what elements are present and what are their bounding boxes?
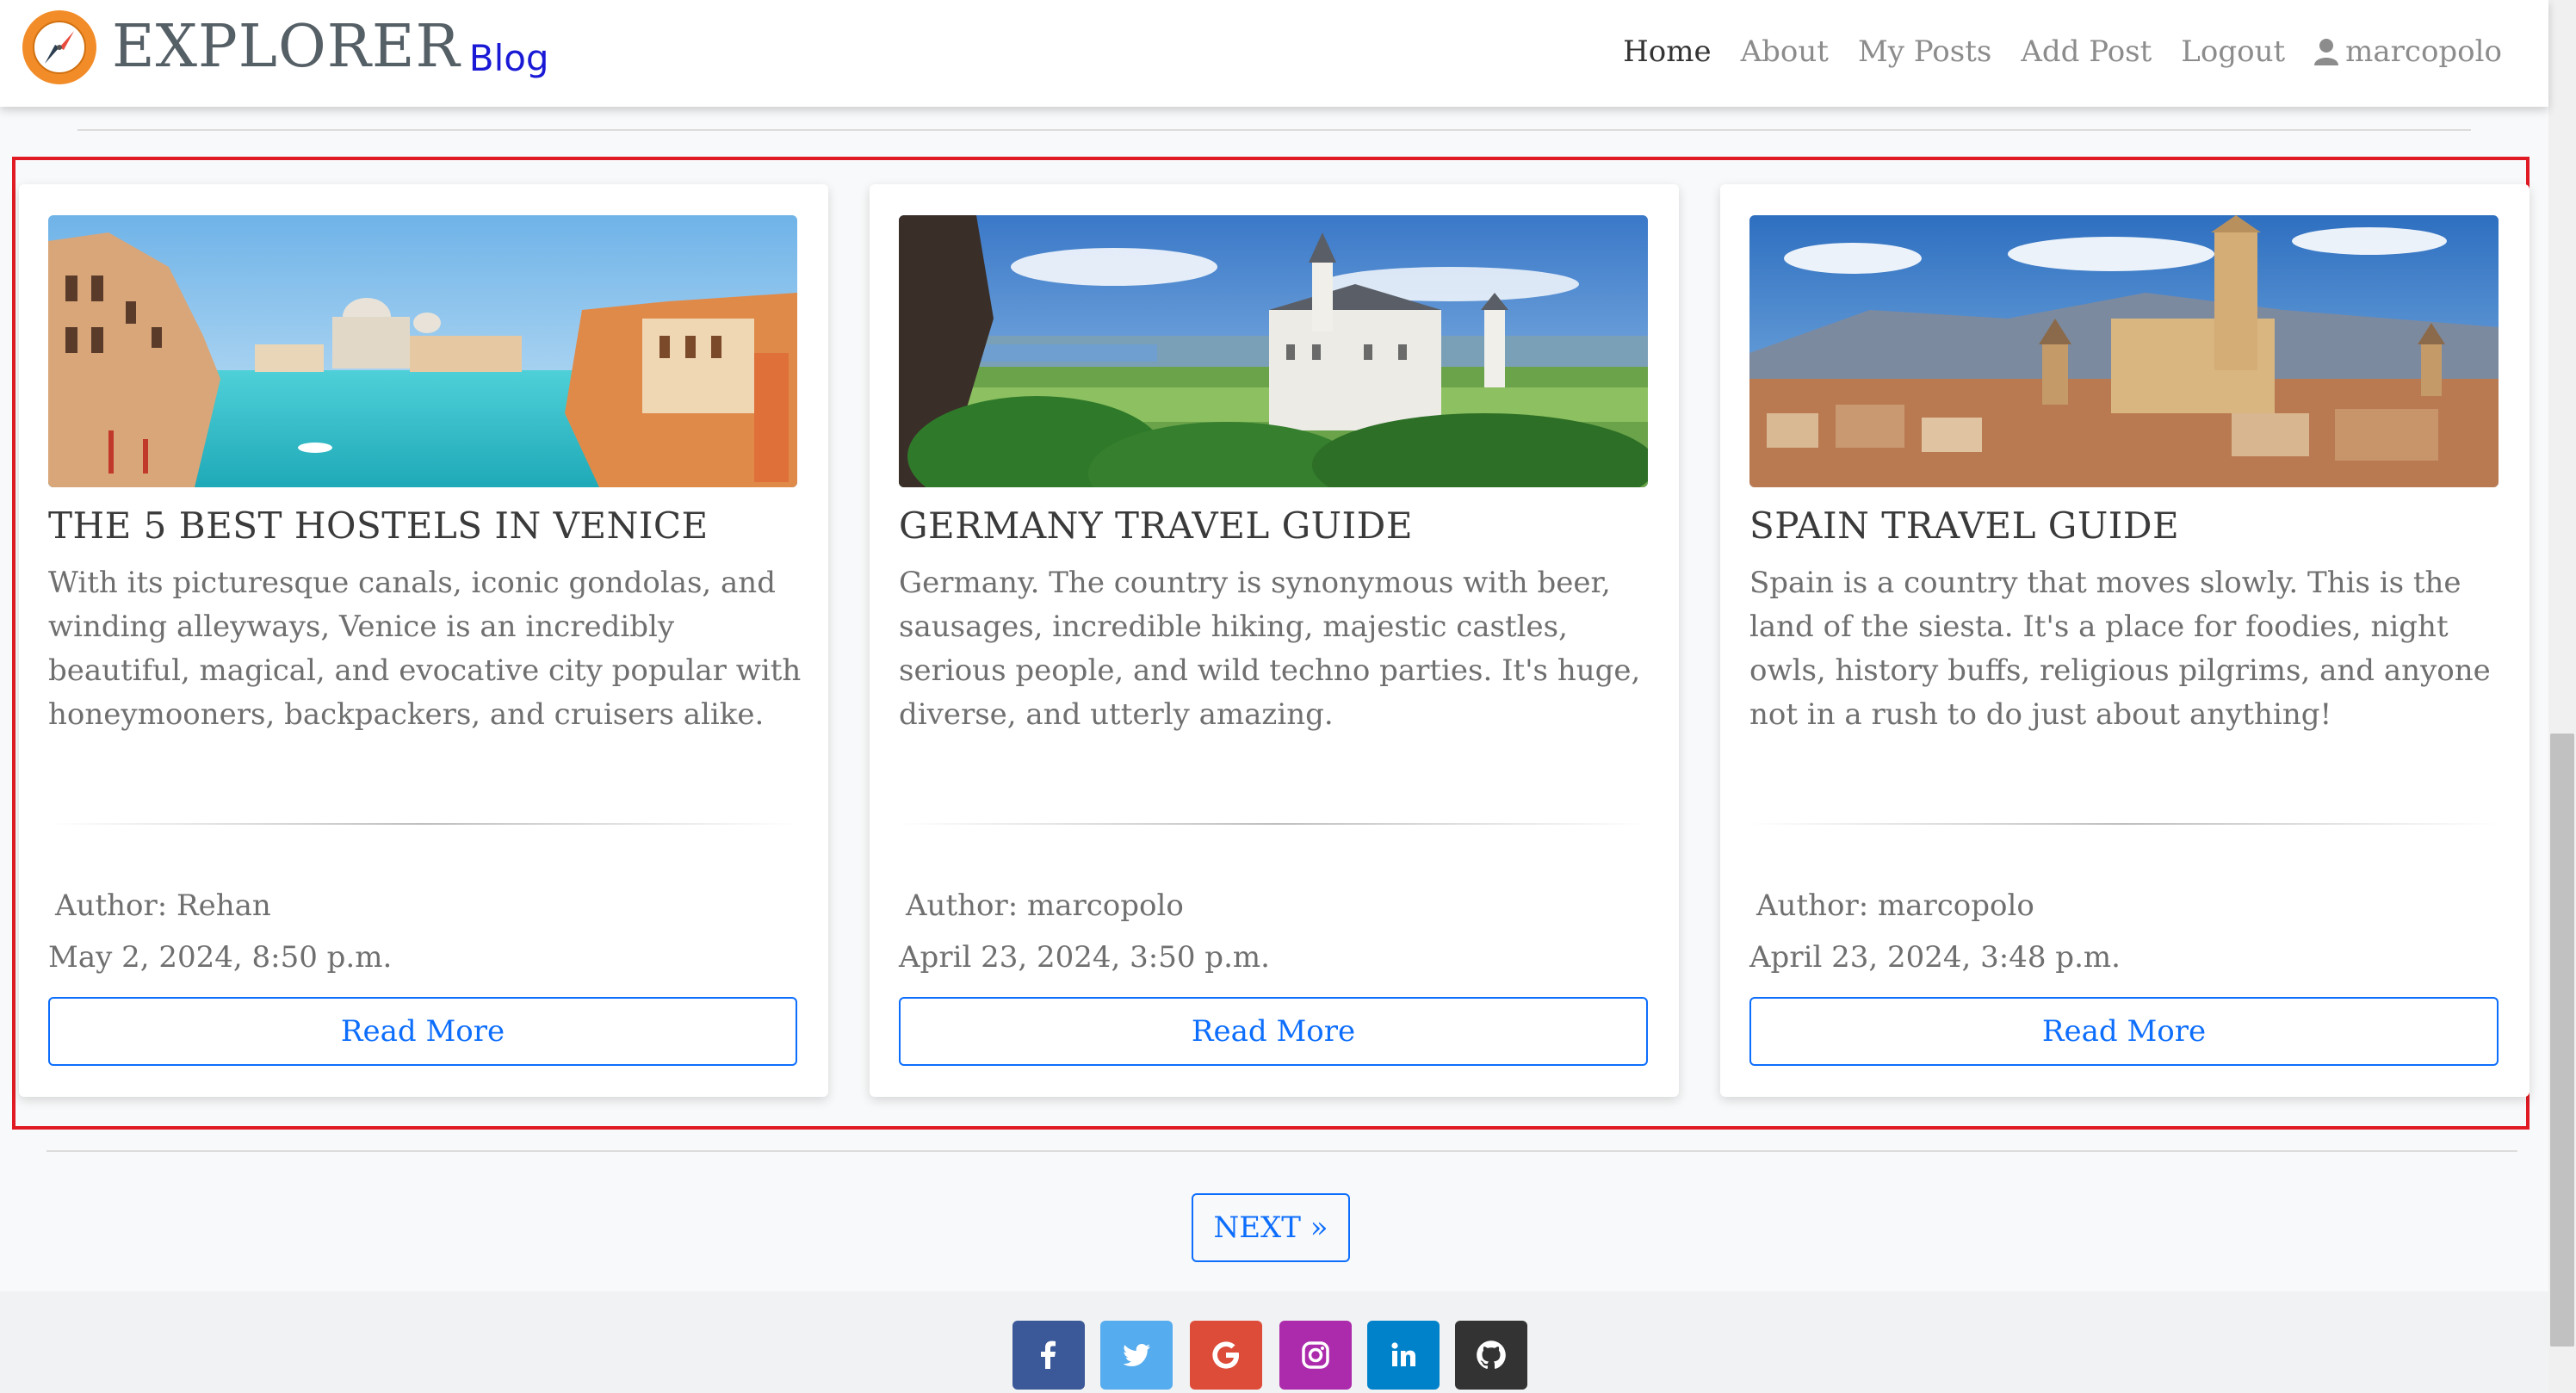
facebook-icon[interactable] (1012, 1321, 1085, 1390)
footer (0, 1291, 2548, 1393)
nav-about[interactable]: About (1741, 26, 1829, 77)
nav-user[interactable]: marcopolo (2314, 26, 2502, 77)
post-title[interactable]: GERMANY TRAVEL GUIDE (899, 505, 1656, 547)
google-icon[interactable] (1190, 1321, 1262, 1390)
brand-logo-link[interactable]: EXPLORER Blog (22, 10, 549, 84)
post-date: April 23, 2024, 3:48 p.m. (1749, 940, 2121, 975)
nav-user-label: marcopolo (2345, 34, 2502, 69)
post-excerpt: Germany. The country is synonymous with … (899, 566, 1641, 732)
post-title[interactable]: SPAIN TRAVEL GUIDE (1749, 505, 2507, 547)
post-card: SPAIN TRAVEL GUIDE Spain is a country th… (1720, 184, 2530, 1097)
post-card: GERMANY TRAVEL GUIDE Germany. The countr… (870, 184, 1679, 1097)
post-author: Author: Rehan (55, 888, 271, 923)
post-author: Author: marcopolo (1756, 888, 2034, 923)
post-card: THE 5 BEST HOSTELS IN VENICE With its pi… (19, 184, 828, 1097)
post-title[interactable]: THE 5 BEST HOSTELS IN VENICE (48, 505, 806, 547)
user-icon (2314, 39, 2339, 65)
read-more-button[interactable]: Read More (1749, 997, 2499, 1066)
compass-icon (22, 10, 96, 84)
post-date: May 2, 2024, 8:50 p.m. (48, 940, 393, 975)
post-date: April 23, 2024, 3:50 p.m. (899, 940, 1270, 975)
scrollbar-thumb[interactable] (2550, 734, 2574, 1347)
post-image-spain (1749, 215, 2499, 487)
next-page-button[interactable]: NEXT » (1192, 1193, 1350, 1262)
card-divider (1749, 823, 2499, 825)
twitter-icon[interactable] (1100, 1321, 1173, 1390)
post-image-venice (48, 215, 797, 487)
github-icon[interactable] (1455, 1321, 1527, 1390)
nav-my-posts[interactable]: My Posts (1858, 26, 1991, 77)
post-excerpt: Spain is a country that moves slowly. Th… (1749, 566, 2491, 732)
read-more-button[interactable]: Read More (48, 997, 797, 1066)
top-divider (77, 129, 2471, 131)
linkedin-icon[interactable] (1367, 1321, 1440, 1390)
bottom-divider (46, 1150, 2517, 1152)
card-divider (899, 823, 1648, 825)
post-excerpt: With its picturesque canals, iconic gond… (48, 566, 802, 732)
post-author: Author: marcopolo (906, 888, 1184, 923)
card-divider (48, 823, 797, 825)
nav-home[interactable]: Home (1623, 26, 1711, 77)
instagram-icon[interactable] (1279, 1321, 1352, 1390)
read-more-button[interactable]: Read More (899, 997, 1648, 1066)
brand-title: EXPLORER (112, 13, 461, 81)
navbar: EXPLORER Blog Home About My Posts Add Po… (0, 0, 2548, 107)
nav-logout[interactable]: Logout (2181, 26, 2285, 77)
nav-add-post[interactable]: Add Post (2021, 26, 2152, 77)
brand-subtitle: Blog (468, 37, 549, 79)
post-image-germany (899, 215, 1648, 487)
nav-menu: Home About My Posts Add Post Logout marc… (1623, 26, 2502, 77)
